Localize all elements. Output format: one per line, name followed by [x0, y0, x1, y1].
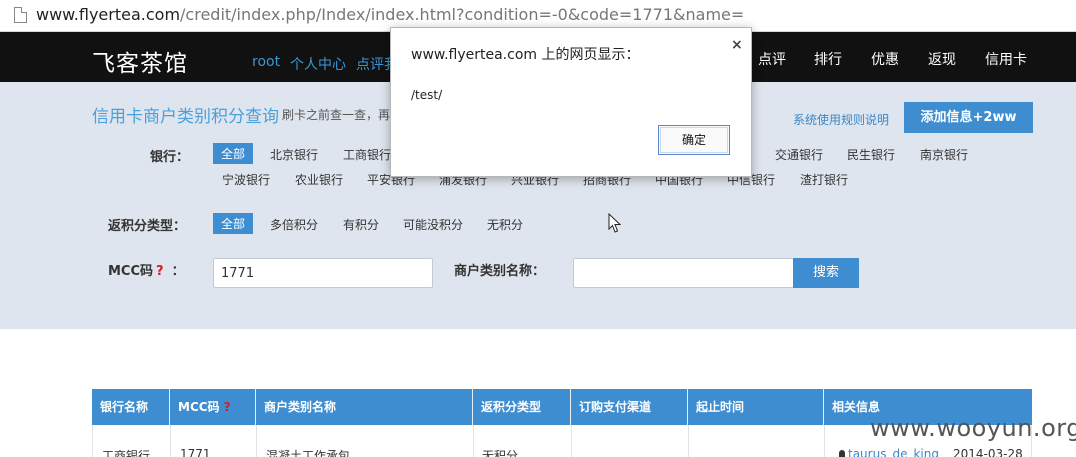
help-icon[interactable]: ?: [156, 264, 164, 279]
cell-divider: [256, 425, 257, 457]
col-type: 返积分类型: [473, 389, 571, 425]
cell-bank: 工商银行: [102, 449, 151, 457]
cell-divider: [688, 425, 689, 457]
bank-chip-abc[interactable]: 农业银行: [295, 171, 343, 188]
cell-mcc: 1771: [180, 447, 211, 457]
nav-item-ranking[interactable]: 排行: [814, 49, 842, 69]
merchant-label: 商户类别名称：: [454, 264, 546, 279]
add-info-button[interactable]: 添加信息+2ww: [904, 102, 1033, 133]
dialog-message: /test/: [411, 88, 443, 102]
url-text[interactable]: www.flyertea.com/credit/index.php/Index/…: [36, 5, 744, 24]
cell-category: 混凝土工作承包: [266, 449, 351, 457]
type-chip-has-points[interactable]: 有积分: [343, 216, 379, 233]
page-icon: [14, 7, 27, 23]
nav-item-review[interactable]: 点评: [758, 49, 786, 69]
bank-label: 银行：: [150, 150, 190, 165]
type-chip-maybe-none[interactable]: 可能没积分: [403, 216, 463, 233]
bank-chip-icbc[interactable]: 工商银行: [343, 146, 391, 163]
nav-item-credit-card[interactable]: 信用卡: [985, 49, 1027, 69]
col-period: 起止时间: [688, 389, 824, 425]
col-mcc-label: MCC码: [178, 400, 220, 414]
bank-chip-nanjing[interactable]: 南京银行: [920, 146, 968, 163]
cell-info: taurus_de_king 2014-03-28: [839, 447, 1023, 457]
nav-item-deals[interactable]: 优惠: [871, 49, 899, 69]
col-bank: 银行名称: [92, 389, 170, 425]
user-link[interactable]: taurus_de_king: [848, 447, 939, 457]
url-host: www.flyertea.com: [36, 5, 181, 24]
cell-divider: [571, 425, 572, 457]
col-category: 商户类别名称: [256, 389, 473, 425]
mcc-label: MCC码? ：: [108, 260, 185, 279]
cell-divider: [824, 425, 825, 457]
mcc-label-colon: ：: [171, 264, 185, 279]
watermark: www.wooyun.org: [870, 414, 1076, 442]
help-icon[interactable]: ?: [224, 400, 231, 414]
rules-link[interactable]: 系统使用规则说明: [793, 111, 889, 128]
user-link-root[interactable]: root: [252, 54, 280, 70]
cell-divider: [170, 425, 171, 457]
user-icon: [839, 450, 845, 457]
ok-button[interactable]: 确定: [658, 125, 730, 155]
type-chip-all[interactable]: 全部: [213, 213, 254, 234]
page-subtitle: 刷卡之前查一查，再: [282, 108, 391, 122]
cell-type: 无积分: [482, 449, 519, 457]
merchant-input[interactable]: [573, 258, 794, 288]
bank-chip-beijing[interactable]: 北京银行: [270, 146, 318, 163]
page-title: 信用卡商户类别积分查询: [92, 107, 279, 127]
type-chip-multiple[interactable]: 多倍积分: [270, 216, 318, 233]
type-chip-none[interactable]: 无积分: [487, 216, 523, 233]
col-channel: 订购支付渠道: [571, 389, 688, 425]
bank-chip-ningbo[interactable]: 宁波银行: [222, 171, 270, 188]
alert-dialog: www.flyertea.com 上的网页显示： × /test/ 确定: [390, 27, 752, 177]
cell-date: 2014-03-28: [952, 447, 1023, 457]
bank-chip-minsheng[interactable]: 民生银行: [847, 146, 895, 163]
search-button[interactable]: 搜索: [793, 258, 859, 288]
dialog-title: www.flyertea.com 上的网页显示：: [411, 47, 640, 63]
type-label: 返积分类型：: [108, 219, 187, 234]
user-link-profile[interactable]: 个人中心: [290, 54, 346, 74]
close-icon[interactable]: ×: [731, 37, 743, 53]
cell-divider: [473, 425, 474, 457]
col-mcc: MCC码?: [170, 389, 256, 425]
bank-chip-standard-chartered[interactable]: 渣打银行: [800, 171, 848, 188]
site-logo[interactable]: 飞客茶馆: [92, 44, 188, 78]
mcc-input[interactable]: 1771: [213, 258, 433, 288]
bank-chip-bocom[interactable]: 交通银行: [775, 146, 823, 163]
nav-item-cashback[interactable]: 返现: [928, 49, 956, 69]
url-path: /credit/index.php/Index/index.html?condi…: [180, 5, 745, 24]
mcc-label-text: MCC码: [108, 264, 154, 279]
bank-chip-all[interactable]: 全部: [213, 143, 254, 164]
mouse-cursor-icon: [608, 213, 622, 233]
